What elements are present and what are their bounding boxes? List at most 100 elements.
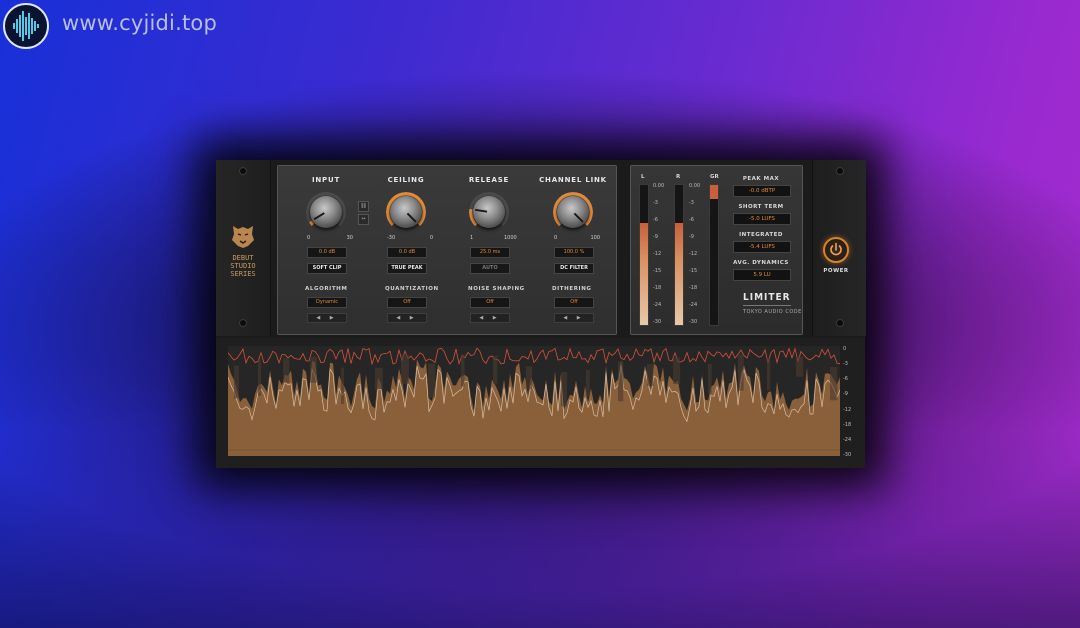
- waveform-display: 0 -3 -6 -9 -12 -18 -24 -30: [216, 338, 865, 468]
- scale-tick: -9: [689, 234, 694, 240]
- range-max: 1000: [504, 235, 517, 241]
- maker-name: TOKYO AUDIO CODE: [743, 309, 802, 315]
- scale-tick: -18: [689, 285, 698, 291]
- stat-value: -5.0 LUFS: [733, 213, 791, 225]
- meter-r: [674, 184, 684, 326]
- value-display[interactable]: 0.0 dB: [307, 247, 347, 258]
- range-min: 1: [470, 235, 474, 241]
- knob-title: CHANNEL LINK: [539, 176, 607, 184]
- value-display[interactable]: 25.0 ms: [470, 247, 510, 258]
- range-max: 100: [590, 235, 600, 241]
- product-name: LIMITER: [743, 292, 791, 303]
- option-label: NOISE SHAPING: [468, 286, 525, 292]
- link-swap-button[interactable]: ↔: [358, 214, 369, 225]
- meter-gr: [709, 184, 719, 326]
- column-channel-link: CHANNEL LINK: [533, 166, 613, 184]
- range-min: 0: [307, 235, 311, 241]
- meter-label-r: R: [676, 174, 681, 180]
- scale-tick: -3: [653, 200, 658, 206]
- knob-pointer: [573, 212, 584, 223]
- scale-tick: -15: [689, 268, 698, 274]
- watermark-url: www.cyjidi.top: [62, 11, 217, 35]
- meter-label-gr: GR: [710, 174, 719, 180]
- stat-label: PEAK MAX: [742, 176, 780, 182]
- stat-value: -5.4 LUFS: [733, 241, 791, 253]
- divider: [743, 305, 791, 306]
- power-button[interactable]: [823, 237, 849, 263]
- wave-scale-tick: -3: [843, 361, 848, 368]
- toggle-button[interactable]: DC FILTER: [554, 263, 594, 274]
- knob-channel-link[interactable]: [557, 196, 589, 228]
- meter-label-l: L: [641, 174, 645, 180]
- meters-panel: L R GR LIMITER TOKYO AUDIO CODE 0.00 -3 -6…: [630, 165, 803, 335]
- value-display[interactable]: 0.0 dB: [387, 247, 427, 258]
- power-icon: [830, 242, 842, 256]
- range-max: 30: [346, 235, 353, 241]
- option-arrows[interactable]: ◀ ▶: [554, 313, 594, 323]
- waveform-icon: [13, 11, 39, 41]
- option-select[interactable]: Dynamic: [307, 297, 347, 308]
- toggle-button[interactable]: TRUE PEAK: [387, 263, 427, 274]
- range-max: 0: [429, 235, 433, 241]
- brand-line-3: SERIES: [230, 270, 256, 278]
- scale-tick: -6: [689, 217, 694, 223]
- stat-value: -0.0 dBTP: [733, 185, 791, 197]
- stat-value: 5.9 LU: [733, 269, 791, 281]
- screw: [837, 320, 843, 326]
- power-label: POWER: [823, 268, 849, 274]
- wave-scale-tick: -12: [843, 406, 852, 413]
- scale-tick: -24: [689, 302, 698, 308]
- scale-tick: -30: [689, 319, 698, 325]
- knob-title: INPUT: [311, 176, 341, 184]
- option-label: ALGORITHM: [305, 286, 348, 292]
- option-arrows[interactable]: ◀ ▶: [307, 313, 347, 323]
- knob-title: CEILING: [387, 176, 425, 184]
- screw: [240, 320, 246, 326]
- scale-tick: 0.00: [689, 183, 701, 189]
- brand-line-2: STUDIO: [230, 262, 256, 270]
- value-display[interactable]: 100.0 %: [554, 247, 594, 258]
- option-select[interactable]: Off: [387, 297, 427, 308]
- range-min: -30: [387, 235, 396, 241]
- option-label: DITHERING: [552, 286, 592, 292]
- option-arrows[interactable]: ◀ ▶: [470, 313, 510, 323]
- scale-tick: -6: [653, 217, 658, 223]
- option-select[interactable]: Off: [470, 297, 510, 308]
- column-release: RELEASE: [449, 166, 529, 184]
- option-arrows[interactable]: ◀ ▶: [387, 313, 427, 323]
- meter-r-fill: [675, 222, 683, 325]
- wave-scale-tick: 0: [843, 346, 847, 352]
- stat-label: SHORT TERM: [738, 204, 784, 210]
- screw: [240, 168, 246, 174]
- scale-tick: -15: [653, 268, 662, 274]
- link-chain-button[interactable]: ⛓: [358, 201, 369, 212]
- column-ceiling: CEILING: [366, 166, 446, 184]
- tiger-logo-icon: [232, 226, 254, 248]
- knob-pointer: [406, 212, 417, 223]
- screw: [837, 168, 843, 174]
- watermark-logo: [3, 3, 49, 49]
- knob-input[interactable]: [310, 196, 342, 228]
- control-panel: INPUT 0 30 0.0 dB SOFT CLIP ALGORITHM Dynamic ◀…: [277, 165, 617, 335]
- toggle-button[interactable]: SOFT CLIP: [307, 263, 347, 274]
- scale-tick: -24: [653, 302, 662, 308]
- option-select[interactable]: Off: [554, 297, 594, 308]
- column-input: INPUT: [286, 166, 366, 184]
- wave-scale-tick: -6: [843, 376, 848, 383]
- knob-ceiling[interactable]: [390, 196, 422, 228]
- meter-l: [639, 184, 649, 326]
- scale-tick: -9: [653, 234, 658, 240]
- stat-label: AVG. DYNAMICS: [733, 260, 789, 266]
- knob-pointer: [313, 212, 325, 221]
- meter-l-fill: [640, 222, 648, 325]
- waveform-graph: [228, 346, 840, 456]
- toggle-button[interactable]: AUTO: [470, 263, 510, 274]
- knob-release[interactable]: [473, 196, 505, 228]
- scale-tick: -12: [689, 251, 698, 257]
- knob-pointer: [475, 208, 488, 213]
- meter-gr-fill: [710, 185, 718, 199]
- scale-tick: -12: [653, 251, 662, 257]
- wave-scale-tick: -24: [843, 436, 852, 443]
- scale-tick: -30: [653, 319, 662, 325]
- option-label: QUANTIZATION: [385, 286, 439, 292]
